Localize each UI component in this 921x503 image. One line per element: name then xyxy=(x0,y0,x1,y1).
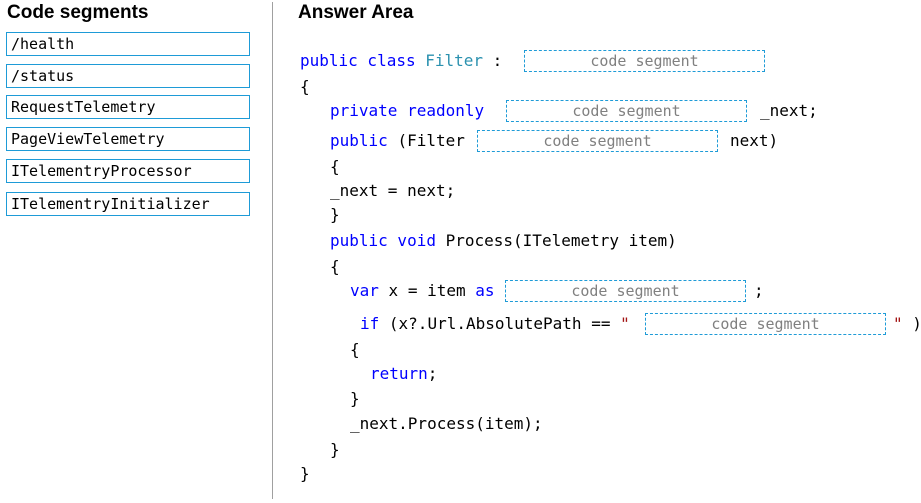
code-brace: { xyxy=(300,77,310,96)
answer-slot-base-interface[interactable]: code segment xyxy=(524,50,765,72)
quote: " xyxy=(620,314,630,333)
panel-divider xyxy=(272,2,273,499)
keyword: as xyxy=(475,281,495,300)
answer-slot-cast-type[interactable]: code segment xyxy=(505,280,746,302)
segment-telemetry-processor[interactable]: ITelementryProcessor xyxy=(6,159,250,183)
code-line-process-method: public void Process(ITelemetry item) xyxy=(330,231,677,251)
quote: " xyxy=(893,314,903,333)
ctor-params: (Filter xyxy=(397,131,465,150)
answer-area-title: Answer Area xyxy=(298,2,414,23)
type-name: Filter xyxy=(425,51,484,70)
if-condition: (x?.Url.AbsolutePath == xyxy=(388,314,611,333)
code-line-class-decl: public class Filter : xyxy=(300,51,502,71)
segment-status[interactable]: /status xyxy=(6,64,250,88)
segment-request-telemetry[interactable]: RequestTelemetry xyxy=(6,95,250,119)
paren: ) xyxy=(912,314,921,333)
code-brace: } xyxy=(330,205,340,224)
keyword: if xyxy=(360,314,380,333)
code-assignment: _next = next; xyxy=(330,181,456,200)
semicolon: ; xyxy=(427,364,438,383)
code-next-process: _next.Process(item); xyxy=(350,414,543,433)
keyword: return xyxy=(370,364,428,383)
code-line-constructor: public (Filter xyxy=(330,131,465,151)
code-brace: } xyxy=(300,464,310,483)
code-line-field: private readonly xyxy=(330,101,484,121)
segment-telemetry-initializer[interactable]: ITelementryInitializer xyxy=(6,192,250,216)
code-brace: { xyxy=(330,257,340,276)
code-brace: { xyxy=(330,157,340,176)
code-brace: } xyxy=(350,389,360,408)
code-line-cast: var x = item as xyxy=(350,281,495,301)
code-segments-title: Code segments xyxy=(7,2,149,23)
keyword: private readonly xyxy=(330,101,485,120)
answer-slot-field-type[interactable]: code segment xyxy=(506,100,747,122)
answer-slot-path[interactable]: code segment xyxy=(645,313,886,335)
code-semicolon: ; xyxy=(754,281,764,300)
code-if-close: " ) xyxy=(893,314,921,334)
code-ctor-param-name: next) xyxy=(730,131,779,150)
segment-health[interactable]: /health xyxy=(6,32,250,56)
colon: : xyxy=(492,51,503,70)
keyword: public xyxy=(330,131,388,150)
keyword: public class xyxy=(300,51,416,70)
code-return: return; xyxy=(370,364,437,384)
answer-slot-ctor-param-type[interactable]: code segment xyxy=(477,130,718,152)
segment-pageview-telemetry[interactable]: PageViewTelemetry xyxy=(6,127,250,151)
code-brace: { xyxy=(350,340,360,359)
method-signature: Process(ITelemetry item) xyxy=(445,231,677,250)
keyword: public void xyxy=(330,231,436,250)
cast-expr: x = item xyxy=(388,281,466,300)
code-line-if: if (x?.Url.AbsolutePath == " xyxy=(360,314,630,334)
code-field-name: _next; xyxy=(760,101,818,120)
keyword: var xyxy=(350,281,379,300)
code-brace: } xyxy=(330,440,340,459)
